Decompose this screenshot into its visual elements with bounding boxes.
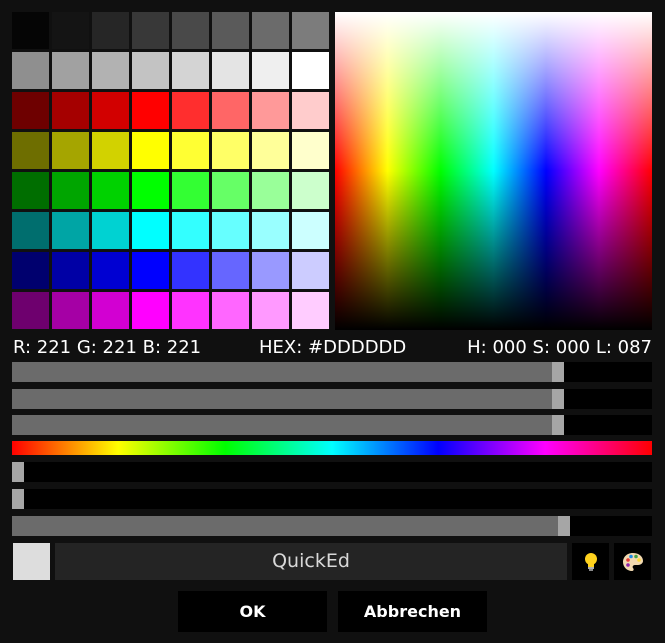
color-swatch[interactable]: [292, 132, 329, 169]
color-swatch[interactable]: [92, 52, 129, 89]
color-swatch[interactable]: [92, 12, 129, 49]
color-swatch[interactable]: [292, 212, 329, 249]
suggest-button[interactable]: [572, 543, 609, 580]
palette-button[interactable]: [614, 543, 651, 580]
color-swatch[interactable]: [212, 12, 249, 49]
color-swatch[interactable]: [172, 172, 209, 209]
color-swatch[interactable]: [92, 132, 129, 169]
color-preview: [13, 543, 50, 580]
color-swatch[interactable]: [132, 52, 169, 89]
color-swatch[interactable]: [252, 252, 289, 289]
blue-slider[interactable]: [12, 415, 652, 435]
color-swatch[interactable]: [212, 52, 249, 89]
color-swatch[interactable]: [212, 292, 249, 329]
color-swatch[interactable]: [172, 252, 209, 289]
color-swatch[interactable]: [172, 12, 209, 49]
color-swatch[interactable]: [132, 92, 169, 129]
color-swatch[interactable]: [292, 12, 329, 49]
color-swatch[interactable]: [52, 12, 89, 49]
color-swatch[interactable]: [52, 172, 89, 209]
lightness-slider[interactable]: [12, 516, 652, 536]
color-swatch[interactable]: [132, 212, 169, 249]
lightness-slider-fill: [12, 516, 558, 536]
color-swatch[interactable]: [212, 252, 249, 289]
color-name-field[interactable]: QuickEd: [55, 543, 567, 580]
hsl-readout: H: 000 S: 000 L: 087: [467, 337, 652, 358]
green-slider[interactable]: [12, 389, 652, 409]
blue-slider-thumb[interactable]: [552, 415, 564, 435]
color-spectrum-picker[interactable]: [335, 12, 652, 330]
lightness-slider-thumb[interactable]: [558, 516, 570, 536]
color-swatch[interactable]: [172, 92, 209, 129]
color-swatch[interactable]: [92, 172, 129, 209]
color-swatch[interactable]: [212, 132, 249, 169]
color-swatch[interactable]: [252, 12, 289, 49]
color-swatch[interactable]: [292, 172, 329, 209]
blue-slider-fill: [12, 415, 552, 435]
color-swatch[interactable]: [212, 92, 249, 129]
color-swatch[interactable]: [12, 52, 49, 89]
color-swatch[interactable]: [12, 12, 49, 49]
color-swatch[interactable]: [132, 292, 169, 329]
color-swatch[interactable]: [212, 212, 249, 249]
saturation-slider[interactable]: [12, 489, 652, 509]
color-swatch[interactable]: [132, 252, 169, 289]
color-swatch[interactable]: [12, 212, 49, 249]
color-swatch[interactable]: [92, 252, 129, 289]
cancel-button[interactable]: Abbrechen: [338, 591, 487, 632]
green-slider-fill: [12, 389, 552, 409]
color-swatch[interactable]: [52, 52, 89, 89]
color-swatch[interactable]: [252, 132, 289, 169]
color-swatch[interactable]: [172, 52, 209, 89]
color-swatch[interactable]: [52, 212, 89, 249]
color-swatch[interactable]: [52, 252, 89, 289]
red-slider-fill: [12, 362, 552, 382]
color-swatch[interactable]: [252, 212, 289, 249]
red-slider[interactable]: [12, 362, 652, 382]
color-swatch[interactable]: [292, 292, 329, 329]
color-swatch[interactable]: [172, 292, 209, 329]
color-swatch[interactable]: [12, 292, 49, 329]
color-swatch[interactable]: [252, 172, 289, 209]
color-swatch[interactable]: [132, 132, 169, 169]
color-swatch[interactable]: [252, 292, 289, 329]
color-swatch[interactable]: [292, 252, 329, 289]
lightbulb-icon: [584, 552, 597, 571]
color-swatch[interactable]: [52, 132, 89, 169]
color-swatch[interactable]: [12, 252, 49, 289]
color-swatch[interactable]: [132, 12, 169, 49]
color-swatch[interactable]: [52, 92, 89, 129]
color-swatch[interactable]: [252, 92, 289, 129]
ok-button[interactable]: OK: [178, 591, 327, 632]
color-swatch[interactable]: [52, 292, 89, 329]
rgb-readout: R: 221 G: 221 B: 221: [13, 337, 202, 358]
hue-slider-thumb[interactable]: [12, 462, 24, 482]
color-swatch[interactable]: [292, 52, 329, 89]
hue-slider[interactable]: [12, 462, 652, 482]
spectrum-canvas[interactable]: [335, 12, 652, 330]
color-swatch[interactable]: [12, 172, 49, 209]
palette-icon: [622, 552, 643, 571]
color-swatch[interactable]: [12, 92, 49, 129]
red-slider-thumb[interactable]: [552, 362, 564, 382]
color-swatch[interactable]: [92, 92, 129, 129]
color-swatch[interactable]: [292, 92, 329, 129]
hex-readout: HEX: #DDDDDD: [259, 337, 407, 358]
color-swatch[interactable]: [92, 292, 129, 329]
color-swatch[interactable]: [212, 172, 249, 209]
color-swatch[interactable]: [132, 172, 169, 209]
hue-gradient-bar: [12, 441, 652, 455]
saturation-slider-thumb[interactable]: [12, 489, 24, 509]
color-swatch-grid: [12, 12, 332, 330]
color-swatch[interactable]: [12, 132, 49, 169]
color-swatch[interactable]: [92, 212, 129, 249]
color-swatch[interactable]: [252, 52, 289, 89]
color-swatch[interactable]: [172, 132, 209, 169]
green-slider-thumb[interactable]: [552, 389, 564, 409]
color-swatch[interactable]: [172, 212, 209, 249]
